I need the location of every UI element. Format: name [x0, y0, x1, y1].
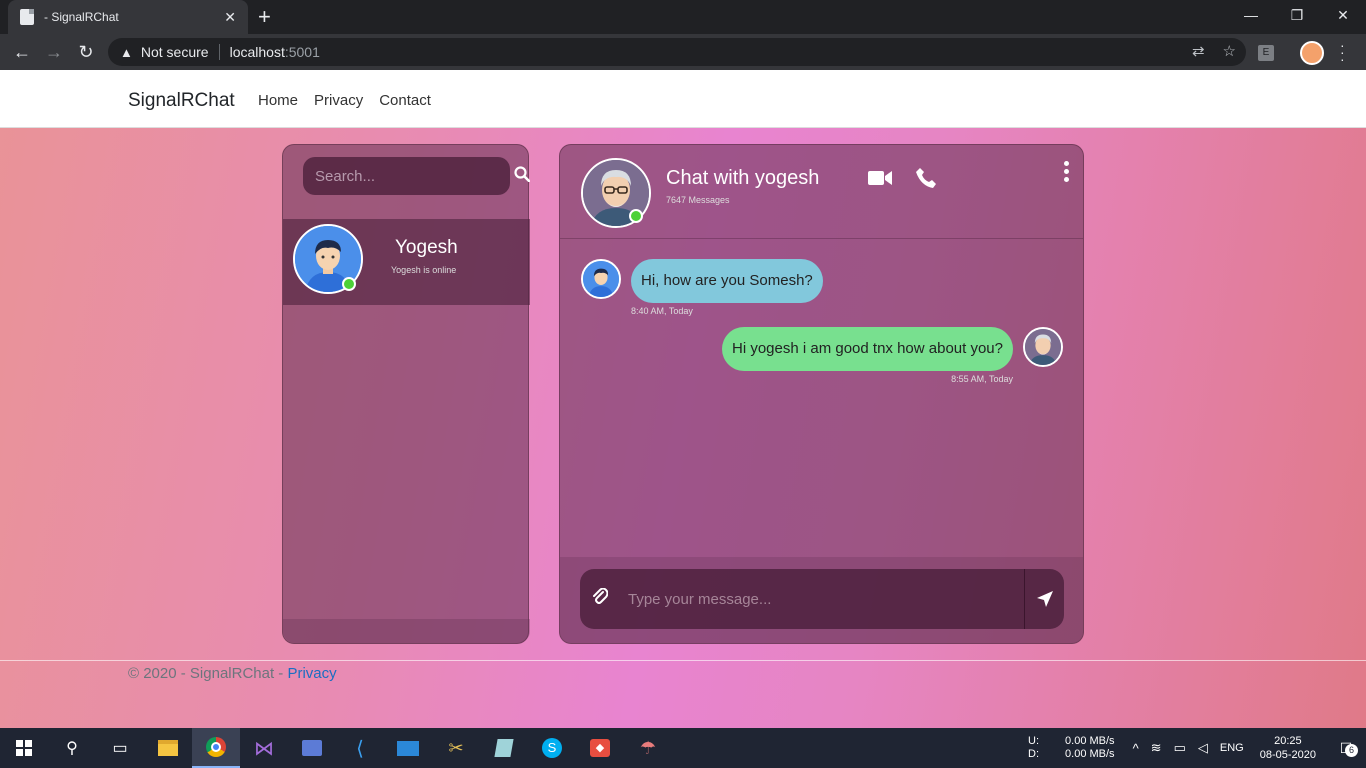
nav-link-home[interactable]: Home	[258, 92, 298, 109]
profile-avatar[interactable]	[1300, 41, 1324, 65]
browser-tabstrip: - SignalRChat ✕ + — ❐ ✕	[0, 0, 1366, 34]
message-input[interactable]	[628, 590, 1024, 608]
omnibox-actions: ⇄ ☆	[1192, 42, 1236, 60]
contact-item-yogesh[interactable]: Yogesh Yogesh is online	[283, 219, 530, 305]
contact-status: Yogesh is online	[391, 265, 457, 275]
site-brand[interactable]: SignalRChat	[128, 90, 235, 112]
video-call-icon[interactable]	[868, 169, 892, 193]
notification-count: 6	[1345, 743, 1358, 757]
security-label: Not secure	[140, 44, 209, 60]
page-background: SignalRChat Home Privacy Contact Search.…	[0, 70, 1366, 728]
battery-icon[interactable]: ▭	[1174, 740, 1186, 756]
chrome-icon[interactable]	[192, 728, 240, 768]
divider	[218, 44, 220, 60]
message-count: 7647 Messages	[666, 195, 730, 205]
back-icon[interactable]: ←	[6, 42, 38, 63]
mail-icon[interactable]	[384, 728, 432, 768]
translate-icon[interactable]: ⇄	[1192, 42, 1205, 60]
remote-desktop-icon[interactable]	[288, 728, 336, 768]
message-composer	[580, 569, 1064, 629]
chat-title: Chat with yogesh	[666, 167, 820, 189]
notification-icon[interactable]: ☐6	[1326, 740, 1366, 757]
notes-icon[interactable]	[480, 728, 528, 768]
nav-links: Home Privacy Contact	[258, 92, 431, 109]
search-icon[interactable]	[514, 165, 531, 187]
close-tab-icon[interactable]: ✕	[224, 9, 236, 26]
nav-link-contact[interactable]: Contact	[379, 92, 431, 109]
online-indicator	[342, 277, 356, 291]
online-indicator	[629, 209, 643, 223]
contact-search	[303, 157, 531, 195]
net-down-label: D:	[1028, 748, 1040, 760]
browser-toolbar: ← → ↻ ▲ Not secure localhost:5001 ⇄ ☆	[0, 34, 1366, 70]
site-footer: © 2020 - SignalRChat - Privacy	[128, 665, 337, 682]
close-window-icon[interactable]: ✕	[1320, 0, 1366, 30]
net-down: 0.00 MB/s	[1065, 748, 1115, 760]
chevron-up-icon[interactable]: ^	[1133, 741, 1139, 756]
paperclip-icon[interactable]	[580, 587, 620, 611]
windows-taskbar: ⚲ ▭ ⋈ ⟨ ✂ S ◆ ☂ U: D: 0.00 MB/s 0.00 MB/…	[0, 728, 1366, 768]
new-tab-button[interactable]: +	[258, 4, 271, 30]
message-time: 8:40 AM, Today	[631, 306, 693, 316]
volume-icon[interactable]: ◁	[1198, 740, 1208, 756]
minimize-icon[interactable]: —	[1228, 0, 1274, 30]
footer-privacy-link[interactable]: Privacy	[287, 665, 336, 682]
clock-time: 20:25	[1274, 735, 1302, 747]
address-bar[interactable]: ▲ Not secure localhost:5001	[108, 38, 1246, 66]
footer-divider	[0, 660, 1366, 661]
warning-icon: ▲	[120, 44, 133, 60]
windows-start-icon[interactable]	[0, 728, 48, 768]
browser-menu-icon[interactable]: · · ·	[1340, 38, 1345, 66]
bookmark-star-icon[interactable]: ☆	[1223, 42, 1236, 60]
file-explorer-icon[interactable]	[144, 728, 192, 768]
forward-icon[interactable]: →	[38, 42, 70, 63]
tab-title: - SignalRChat	[44, 10, 119, 24]
search-icon[interactable]: ⚲	[48, 728, 96, 768]
visual-studio-icon[interactable]: ⋈	[240, 728, 288, 768]
net-up: 0.00 MB/s	[1065, 735, 1115, 747]
url-host: localhost	[229, 44, 285, 60]
message-bubble-incoming: Hi, how are you Somesh?	[631, 259, 823, 303]
chat-header: Chat with yogesh 7647 Messages	[560, 145, 1083, 239]
wifi-icon[interactable]: ≋	[1151, 740, 1162, 756]
contacts-panel: Yogesh Yogesh is online	[282, 144, 531, 644]
extension-icon[interactable]: E	[1258, 45, 1274, 61]
send-icon	[1036, 591, 1053, 607]
clock[interactable]: 20:25 08-05-2020	[1260, 734, 1316, 762]
net-labels: U: D:	[1028, 735, 1039, 761]
window-controls: — ❐ ✕	[1228, 0, 1366, 30]
chat-panel: Chat with yogesh 7647 Messages Hi, how a…	[559, 144, 1084, 644]
system-tray: U: D: 0.00 MB/s 0.00 MB/s ^ ≋ ▭ ◁ ENG 20…	[1028, 728, 1366, 768]
paint-icon[interactable]: ☂	[624, 728, 672, 768]
phone-call-icon[interactable]	[915, 167, 937, 195]
nav-link-privacy[interactable]: Privacy	[314, 92, 363, 109]
chat-footer	[560, 557, 1083, 643]
language-indicator[interactable]: ENG	[1220, 742, 1244, 754]
search-input[interactable]	[315, 167, 514, 185]
message-time: 8:55 AM, Today	[951, 374, 1013, 384]
browser-tab[interactable]: - SignalRChat ✕	[8, 0, 248, 34]
more-options-icon[interactable]	[1064, 161, 1070, 185]
url-port: :5001	[284, 44, 320, 60]
net-up-label: U:	[1028, 735, 1040, 747]
send-button[interactable]	[1024, 569, 1064, 629]
skype-icon[interactable]: S	[528, 728, 576, 768]
page-favicon-icon	[20, 9, 34, 25]
message-avatar-outgoing	[1023, 327, 1063, 367]
tools-icon[interactable]: ✂	[432, 728, 480, 768]
contacts-panel-footer	[283, 619, 530, 643]
message-avatar-incoming	[581, 259, 621, 299]
site-navbar: SignalRChat Home Privacy Contact	[0, 70, 1366, 128]
restore-icon[interactable]: ❐	[1274, 0, 1320, 30]
task-view-icon[interactable]: ▭	[96, 728, 144, 768]
contact-name: Yogesh	[395, 237, 458, 258]
message-bubble-outgoing: Hi yogesh i am good tnx how about you?	[721, 327, 1013, 371]
net-speed: 0.00 MB/s 0.00 MB/s	[1065, 735, 1115, 761]
clock-date: 08-05-2020	[1259, 749, 1316, 761]
reload-icon[interactable]: ↻	[70, 42, 102, 63]
git-icon[interactable]: ◆	[576, 728, 624, 768]
copyright-text: © 2020 - SignalRChat -	[128, 665, 288, 682]
vscode-icon[interactable]: ⟨	[336, 728, 384, 768]
